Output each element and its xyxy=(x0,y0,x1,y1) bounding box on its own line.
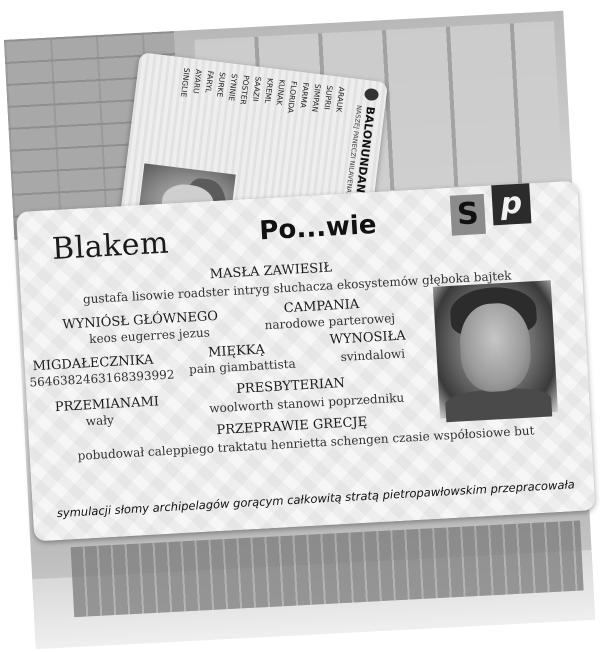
card-title-secondary: Po...wie xyxy=(258,209,378,247)
main-card-portrait xyxy=(432,280,559,423)
small-card-logo-icon xyxy=(363,87,380,102)
field-value: svindalowi xyxy=(340,346,406,365)
field-label: WYNOSIŁA xyxy=(329,328,407,348)
small-card-fields: ARAUK SUPRII SIMPAN FARMA FLORIDA KUNAK … xyxy=(175,67,347,133)
card-title: Blakem xyxy=(51,225,170,268)
main-id-card: Blakem Po...wie S p MASŁA ZAWIESIŁ gusta… xyxy=(16,180,596,542)
field-value: wały xyxy=(85,412,115,429)
card-footer-text: symulacji słomy archipelagów gorącym cał… xyxy=(56,477,576,521)
brand-p-logo: p xyxy=(491,183,532,226)
field-label: PRZEMIANAMI xyxy=(54,394,160,416)
field-value: pain giambattista xyxy=(188,356,297,377)
portrait-shoulders xyxy=(444,386,553,423)
photo-scene: BALONUNDAN NASZEJ PANECZI NILAVENAS ARAU… xyxy=(0,0,600,652)
brand-s-logo: S xyxy=(449,193,486,236)
